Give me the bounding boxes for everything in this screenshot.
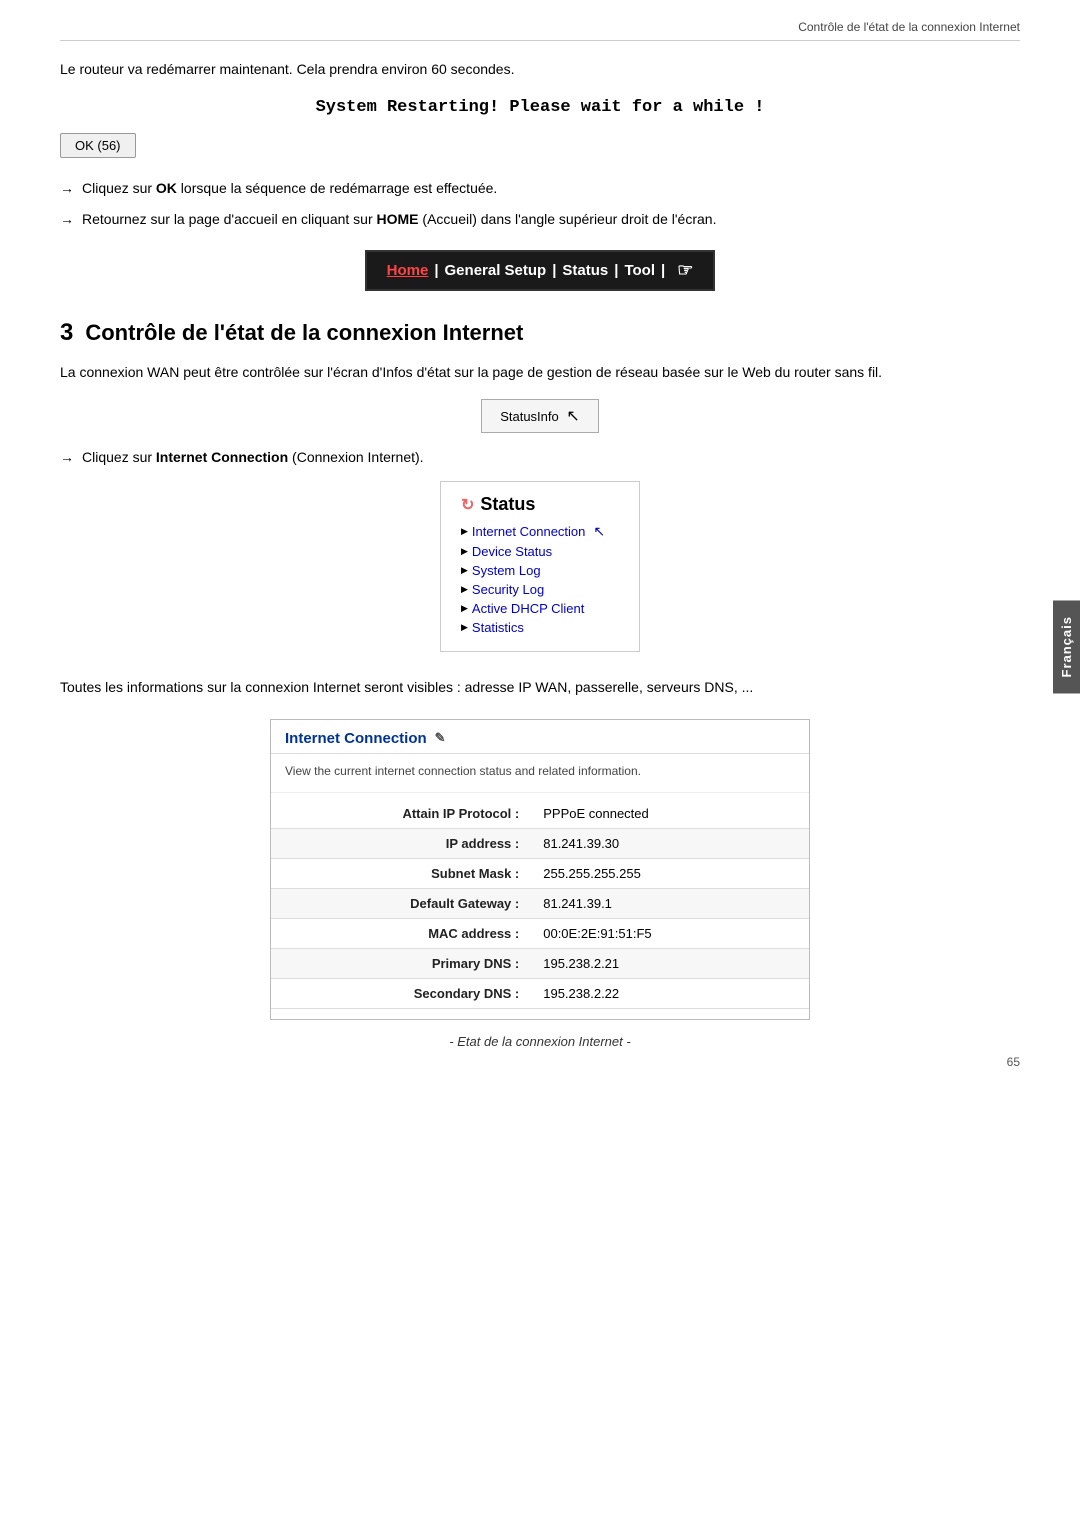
ic-row-label: IP address : xyxy=(271,828,529,858)
ic-table-row: IP address : 81.241.39.30 xyxy=(271,828,809,858)
ic-table-row: Subnet Mask : 255.255.255.255 xyxy=(271,858,809,888)
status-info-button[interactable]: StatusInfo ↖ xyxy=(481,399,599,433)
menu-item-system-log[interactable]: System Log xyxy=(461,563,619,578)
info-text: Toutes les informations sur la connexion… xyxy=(60,676,1020,698)
menu-item-active-dhcp[interactable]: Active DHCP Client xyxy=(461,601,619,616)
ic-table-row: Default Gateway : 81.241.39.1 xyxy=(271,888,809,918)
section-title: 3 Contrôle de l'état de la connexion Int… xyxy=(60,319,1020,347)
status-menu: ↻ Status Internet Connection ↖ Device St… xyxy=(440,481,640,652)
ic-table-row: Secondary DNS : 195.238.2.22 xyxy=(271,978,809,1008)
ok-bold: OK xyxy=(156,180,177,196)
nav-separator-3: | xyxy=(614,262,618,279)
page-wrapper: Contrôle de l'état de la connexion Inter… xyxy=(0,0,1080,1089)
ic-row-value: 255.255.255.255 xyxy=(529,858,809,888)
ic-row-value: 00:0E:2E:91:51:F5 xyxy=(529,918,809,948)
menu-item-device-status[interactable]: Device Status xyxy=(461,544,619,559)
ic-table-body: Attain IP Protocol : PPPoE connected IP … xyxy=(271,799,809,1009)
home-link[interactable]: Home xyxy=(387,262,429,279)
nav-bar-container: Home | General Setup | Status | Tool | ☞ xyxy=(60,250,1020,291)
side-tab: Français xyxy=(1053,600,1080,693)
instruction-item-2: Retournez sur la page d'accueil en cliqu… xyxy=(60,209,1020,230)
ic-row-value: PPPoE connected xyxy=(529,799,809,829)
nav-general-setup[interactable]: General Setup xyxy=(445,262,547,279)
ic-header-icon: ✎ xyxy=(435,730,446,746)
nav-bar[interactable]: Home | General Setup | Status | Tool | ☞ xyxy=(365,250,716,291)
internet-connection-bold: Internet Connection xyxy=(156,449,288,465)
ic-row-label: Attain IP Protocol : xyxy=(271,799,529,829)
ic-row-label: MAC address : xyxy=(271,918,529,948)
statusinfo-cursor-icon: ↖ xyxy=(566,406,579,426)
ic-title: Internet Connection xyxy=(285,730,427,747)
header-text: Contrôle de l'état de la connexion Inter… xyxy=(798,20,1020,34)
ic-caption: - Etat de la connexion Internet - xyxy=(60,1034,1020,1049)
click-instruction: Cliquez sur Internet Connection (Connexi… xyxy=(60,449,1020,465)
page-number: 65 xyxy=(1007,1055,1020,1069)
instructions-list: Cliquez sur OK lorsque la séquence de re… xyxy=(60,178,1020,230)
nav-tool[interactable]: Tool xyxy=(624,262,655,279)
internet-connection-box: Internet Connection ✎ View the current i… xyxy=(270,719,810,1020)
intro-text: Le routeur va redémarrer maintenant. Cel… xyxy=(60,59,1020,80)
ic-row-value: 195.238.2.21 xyxy=(529,948,809,978)
nav-separator-2: | xyxy=(552,262,556,279)
top-right-header: Contrôle de l'état de la connexion Inter… xyxy=(60,20,1020,41)
home-bold: HOME xyxy=(377,211,419,227)
ic-description: View the current internet connection sta… xyxy=(271,754,809,793)
nav-separator-1: | xyxy=(434,262,438,279)
side-tab-label: Français xyxy=(1059,616,1074,677)
status-menu-title: ↻ Status xyxy=(461,494,619,515)
nav-separator-4: | xyxy=(661,262,665,279)
ok-button-container: OK (56) xyxy=(60,133,1020,158)
internet-connection-cursor: ↖ xyxy=(593,523,605,540)
ic-row-label: Subnet Mask : xyxy=(271,858,529,888)
status-menu-title-text: Status xyxy=(480,494,535,515)
status-refresh-icon: ↻ xyxy=(461,495,474,515)
status-info-label: StatusInfo xyxy=(500,409,559,424)
status-info-btn-container: StatusInfo ↖ xyxy=(60,399,1020,433)
menu-item-internet-connection[interactable]: Internet Connection ↖ xyxy=(461,523,619,540)
ok-button[interactable]: OK (56) xyxy=(60,133,136,158)
nav-cursor-icon: ☞ xyxy=(677,260,693,281)
status-menu-container: ↻ Status Internet Connection ↖ Device St… xyxy=(60,481,1020,652)
ic-row-value: 195.238.2.22 xyxy=(529,978,809,1008)
menu-item-security-log[interactable]: Security Log xyxy=(461,582,619,597)
ic-table: Attain IP Protocol : PPPoE connected IP … xyxy=(271,799,809,1009)
nav-status[interactable]: Status xyxy=(562,262,608,279)
ic-table-row: Primary DNS : 195.238.2.21 xyxy=(271,948,809,978)
restarting-title: System Restarting! Please wait for a whi… xyxy=(60,98,1020,117)
ic-row-label: Default Gateway : xyxy=(271,888,529,918)
menu-item-statistics[interactable]: Statistics xyxy=(461,620,619,635)
ic-row-value: 81.241.39.30 xyxy=(529,828,809,858)
ic-table-row: Attain IP Protocol : PPPoE connected xyxy=(271,799,809,829)
ic-row-label: Primary DNS : xyxy=(271,948,529,978)
section-body: La connexion WAN peut être contrôlée sur… xyxy=(60,361,1020,383)
ic-row-value: 81.241.39.1 xyxy=(529,888,809,918)
section-heading: Contrôle de l'état de la connexion Inter… xyxy=(85,320,523,346)
instruction-item-1: Cliquez sur OK lorsque la séquence de re… xyxy=(60,178,1020,199)
ic-header: Internet Connection ✎ xyxy=(271,720,809,754)
ic-table-row: MAC address : 00:0E:2E:91:51:F5 xyxy=(271,918,809,948)
ic-row-label: Secondary DNS : xyxy=(271,978,529,1008)
section-number: 3 xyxy=(60,319,73,347)
